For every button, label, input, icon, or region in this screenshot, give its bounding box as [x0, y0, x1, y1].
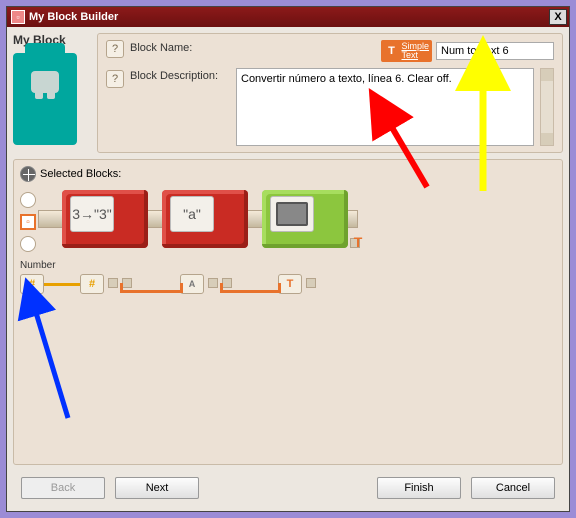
window-title: My Block Builder [29, 11, 118, 23]
text-wire [220, 290, 280, 293]
finish-button[interactable]: Finish [377, 477, 461, 499]
block-description-input[interactable]: Convertir número a texto, línea 6. Clear… [236, 68, 534, 146]
text-output-node[interactable]: T [278, 274, 302, 294]
text-icon: "a" [170, 196, 214, 232]
sequence-start: ▫ [20, 192, 40, 258]
text-wire [220, 283, 223, 293]
block-name-label: Block Name: [130, 40, 230, 54]
text-input-node[interactable]: A [180, 274, 204, 294]
button-bar: Back Next Finish Cancel [13, 471, 563, 507]
help-icon[interactable]: ? [106, 70, 124, 88]
text-wire [120, 283, 123, 293]
my-block-builder-window: ▫ My Block Builder X My Block ? Block Na… [6, 6, 570, 512]
number-param-node[interactable]: # [20, 274, 44, 294]
back-button: Back [21, 477, 105, 499]
myblock-start-icon: ▫ [20, 214, 36, 230]
port[interactable] [306, 278, 316, 288]
title-bar[interactable]: ▫ My Block Builder X [7, 7, 569, 27]
text-block[interactable]: "a" [162, 190, 248, 248]
number-to-text-block[interactable]: 3→"3" [62, 190, 148, 248]
port[interactable] [122, 278, 132, 288]
help-icon[interactable]: ? [106, 40, 124, 58]
close-button[interactable]: X [549, 9, 567, 25]
block-properties-panel: ? Block Name: T Simple Text ? Block Desc… [97, 33, 563, 153]
selected-blocks-label: Selected Blocks: [40, 168, 121, 180]
block-canvas[interactable]: ▫ 3→"3" "a" T Number [20, 188, 556, 458]
simple-text-link[interactable]: Simple Text [401, 42, 429, 60]
port[interactable] [222, 278, 232, 288]
scrollbar[interactable] [540, 68, 554, 146]
simple-text-badge[interactable]: T Simple Text [381, 40, 432, 62]
text-wire [278, 283, 281, 293]
selected-blocks-panel: Selected Blocks: ▫ 3→"3" "a" [13, 159, 563, 465]
display-icon [270, 196, 314, 232]
app-icon: ▫ [11, 10, 25, 24]
next-button[interactable]: Next [115, 477, 199, 499]
block-description-label: Block Description: [130, 68, 230, 146]
number-input-node[interactable]: # [80, 274, 104, 294]
dialog-content: My Block ? Block Name: T Simple Text [7, 27, 569, 511]
text-wire [120, 290, 182, 293]
text-type-icon: T [384, 44, 398, 58]
my-block-preview-icon [13, 53, 77, 145]
display-block[interactable] [262, 190, 348, 248]
text-port-icon: T [346, 232, 370, 252]
port[interactable] [208, 278, 218, 288]
number-param-label: Number [20, 260, 56, 271]
block-name-input[interactable] [436, 42, 554, 60]
crosshair-icon [20, 166, 36, 182]
num-to-text-icon: 3→"3" [70, 196, 114, 232]
cancel-button[interactable]: Cancel [471, 477, 555, 499]
text-wire [180, 283, 183, 293]
port[interactable] [108, 278, 118, 288]
number-wire [44, 283, 80, 286]
